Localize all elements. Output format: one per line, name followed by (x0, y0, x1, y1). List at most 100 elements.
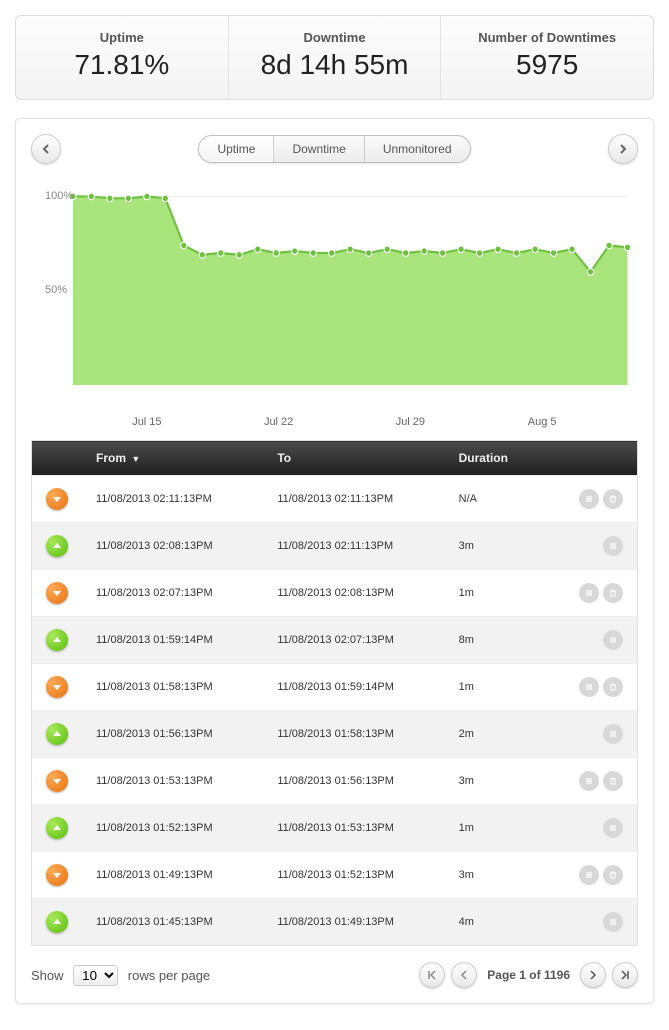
chart-ytick-50: 50% (45, 284, 67, 296)
status-down-icon (46, 488, 68, 510)
table-row: 11/08/2013 01:49:13PM 11/08/2013 01:52:1… (32, 852, 638, 899)
pager-last-button[interactable] (612, 962, 638, 988)
main-panel: Uptime Downtime Unmonitored 100% 50% Jul… (15, 118, 654, 1004)
status-up-icon (46, 911, 68, 933)
cell-duration: 2m (445, 711, 542, 758)
segment-downtime[interactable]: Downtime (274, 136, 364, 162)
stat-uptime: Uptime 71.81% (16, 16, 229, 99)
status-up-icon (46, 629, 68, 651)
chevron-right-icon (618, 144, 628, 154)
page-info: Page 1 of 1196 (487, 968, 570, 982)
row-details-button[interactable] (579, 771, 599, 791)
chart-next-button[interactable] (608, 134, 638, 164)
header-actions (542, 441, 638, 476)
cell-from: 11/08/2013 01:45:13PM (82, 899, 263, 946)
cell-from: 11/08/2013 01:59:14PM (82, 617, 263, 664)
cell-actions (542, 476, 638, 523)
chart-mode-segmented: Uptime Downtime Unmonitored (198, 135, 470, 163)
row-delete-button[interactable] (603, 865, 623, 885)
status-down-icon (46, 676, 68, 698)
chart-prev-button[interactable] (31, 134, 61, 164)
cell-to: 11/08/2013 02:11:13PM (263, 476, 444, 523)
row-details-button[interactable] (603, 818, 623, 838)
chevron-left-icon (41, 144, 51, 154)
stat-downtime: Downtime 8d 14h 55m (229, 16, 442, 99)
cell-to: 11/08/2013 01:59:14PM (263, 664, 444, 711)
chart-ytick-100: 100% (45, 190, 73, 202)
stat-uptime-label: Uptime (22, 30, 222, 45)
row-details-button[interactable] (603, 630, 623, 650)
cell-actions (542, 617, 638, 664)
row-details-button[interactable] (579, 865, 599, 885)
header-to[interactable]: To (263, 441, 444, 476)
segment-uptime[interactable]: Uptime (199, 136, 274, 162)
row-details-button[interactable] (603, 536, 623, 556)
stats-bar: Uptime 71.81% Downtime 8d 14h 55m Number… (15, 15, 654, 100)
status-up-icon (46, 723, 68, 745)
cell-from: 11/08/2013 02:07:13PM (82, 570, 263, 617)
chevron-left-icon (459, 970, 469, 980)
cell-duration: N/A (445, 476, 542, 523)
rows-label: rows per page (128, 968, 210, 983)
table-row: 11/08/2013 01:58:13PM 11/08/2013 01:59:1… (32, 664, 638, 711)
table-row: 11/08/2013 01:52:13PM 11/08/2013 01:53:1… (32, 805, 638, 852)
stat-count-value: 5975 (447, 49, 647, 81)
row-details-button[interactable] (603, 724, 623, 744)
row-details-button[interactable] (603, 912, 623, 932)
cell-actions (542, 805, 638, 852)
cell-to: 11/08/2013 01:53:13PM (263, 805, 444, 852)
last-page-icon (620, 970, 630, 980)
row-delete-button[interactable] (603, 583, 623, 603)
pager-first-button[interactable] (419, 962, 445, 988)
status-down-icon (46, 864, 68, 886)
table-row: 11/08/2013 02:11:13PM 11/08/2013 02:11:1… (32, 476, 638, 523)
table-row: 11/08/2013 01:59:14PM 11/08/2013 02:07:1… (32, 617, 638, 664)
cell-duration: 3m (445, 523, 542, 570)
cell-to: 11/08/2013 01:52:13PM (263, 852, 444, 899)
status-up-icon (46, 535, 68, 557)
show-label: Show (31, 968, 64, 983)
row-delete-button[interactable] (603, 489, 623, 509)
cell-from: 11/08/2013 01:49:13PM (82, 852, 263, 899)
row-details-button[interactable] (579, 677, 599, 697)
row-details-button[interactable] (579, 489, 599, 509)
pager: Show 10 rows per page Page 1 of 1196 (31, 962, 638, 988)
header-status[interactable] (32, 441, 83, 476)
events-table: From ▼ To Duration 11/08/2013 02:11:13PM… (31, 440, 638, 946)
cell-duration: 1m (445, 805, 542, 852)
table-row: 11/08/2013 02:07:13PM 11/08/2013 02:08:1… (32, 570, 638, 617)
pager-prev-button[interactable] (451, 962, 477, 988)
row-details-button[interactable] (579, 583, 599, 603)
stat-count: Number of Downtimes 5975 (441, 16, 653, 99)
cell-actions (542, 523, 638, 570)
status-up-icon (46, 817, 68, 839)
row-delete-button[interactable] (603, 771, 623, 791)
cell-to: 11/08/2013 02:11:13PM (263, 523, 444, 570)
cell-actions (542, 570, 638, 617)
rows-per-page-select[interactable]: 10 (73, 965, 118, 986)
stat-downtime-value: 8d 14h 55m (235, 49, 435, 81)
pager-next-button[interactable] (580, 962, 606, 988)
segment-unmonitored[interactable]: Unmonitored (365, 136, 470, 162)
cell-to: 11/08/2013 02:08:13PM (263, 570, 444, 617)
rows-per-page: Show 10 rows per page (31, 965, 210, 986)
uptime-chart: 100% 50% (31, 176, 638, 396)
chevron-right-icon (588, 970, 598, 980)
header-duration[interactable]: Duration (445, 441, 542, 476)
row-delete-button[interactable] (603, 677, 623, 697)
cell-duration: 1m (445, 664, 542, 711)
stat-downtime-label: Downtime (235, 30, 435, 45)
chart-xtick: Jul 22 (213, 416, 345, 428)
cell-to: 11/08/2013 01:58:13PM (263, 711, 444, 758)
table-row: 11/08/2013 01:45:13PM 11/08/2013 01:49:1… (32, 899, 638, 946)
chart-x-axis: Jul 15 Jul 22 Jul 29 Aug 5 (31, 416, 638, 428)
chart-xtick: Aug 5 (476, 416, 608, 428)
sort-desc-icon: ▼ (131, 454, 140, 464)
first-page-icon (427, 970, 437, 980)
cell-actions (542, 899, 638, 946)
status-down-icon (46, 582, 68, 604)
cell-from: 11/08/2013 01:58:13PM (82, 664, 263, 711)
cell-actions (542, 664, 638, 711)
cell-to: 11/08/2013 01:56:13PM (263, 758, 444, 805)
header-from[interactable]: From ▼ (82, 441, 263, 476)
